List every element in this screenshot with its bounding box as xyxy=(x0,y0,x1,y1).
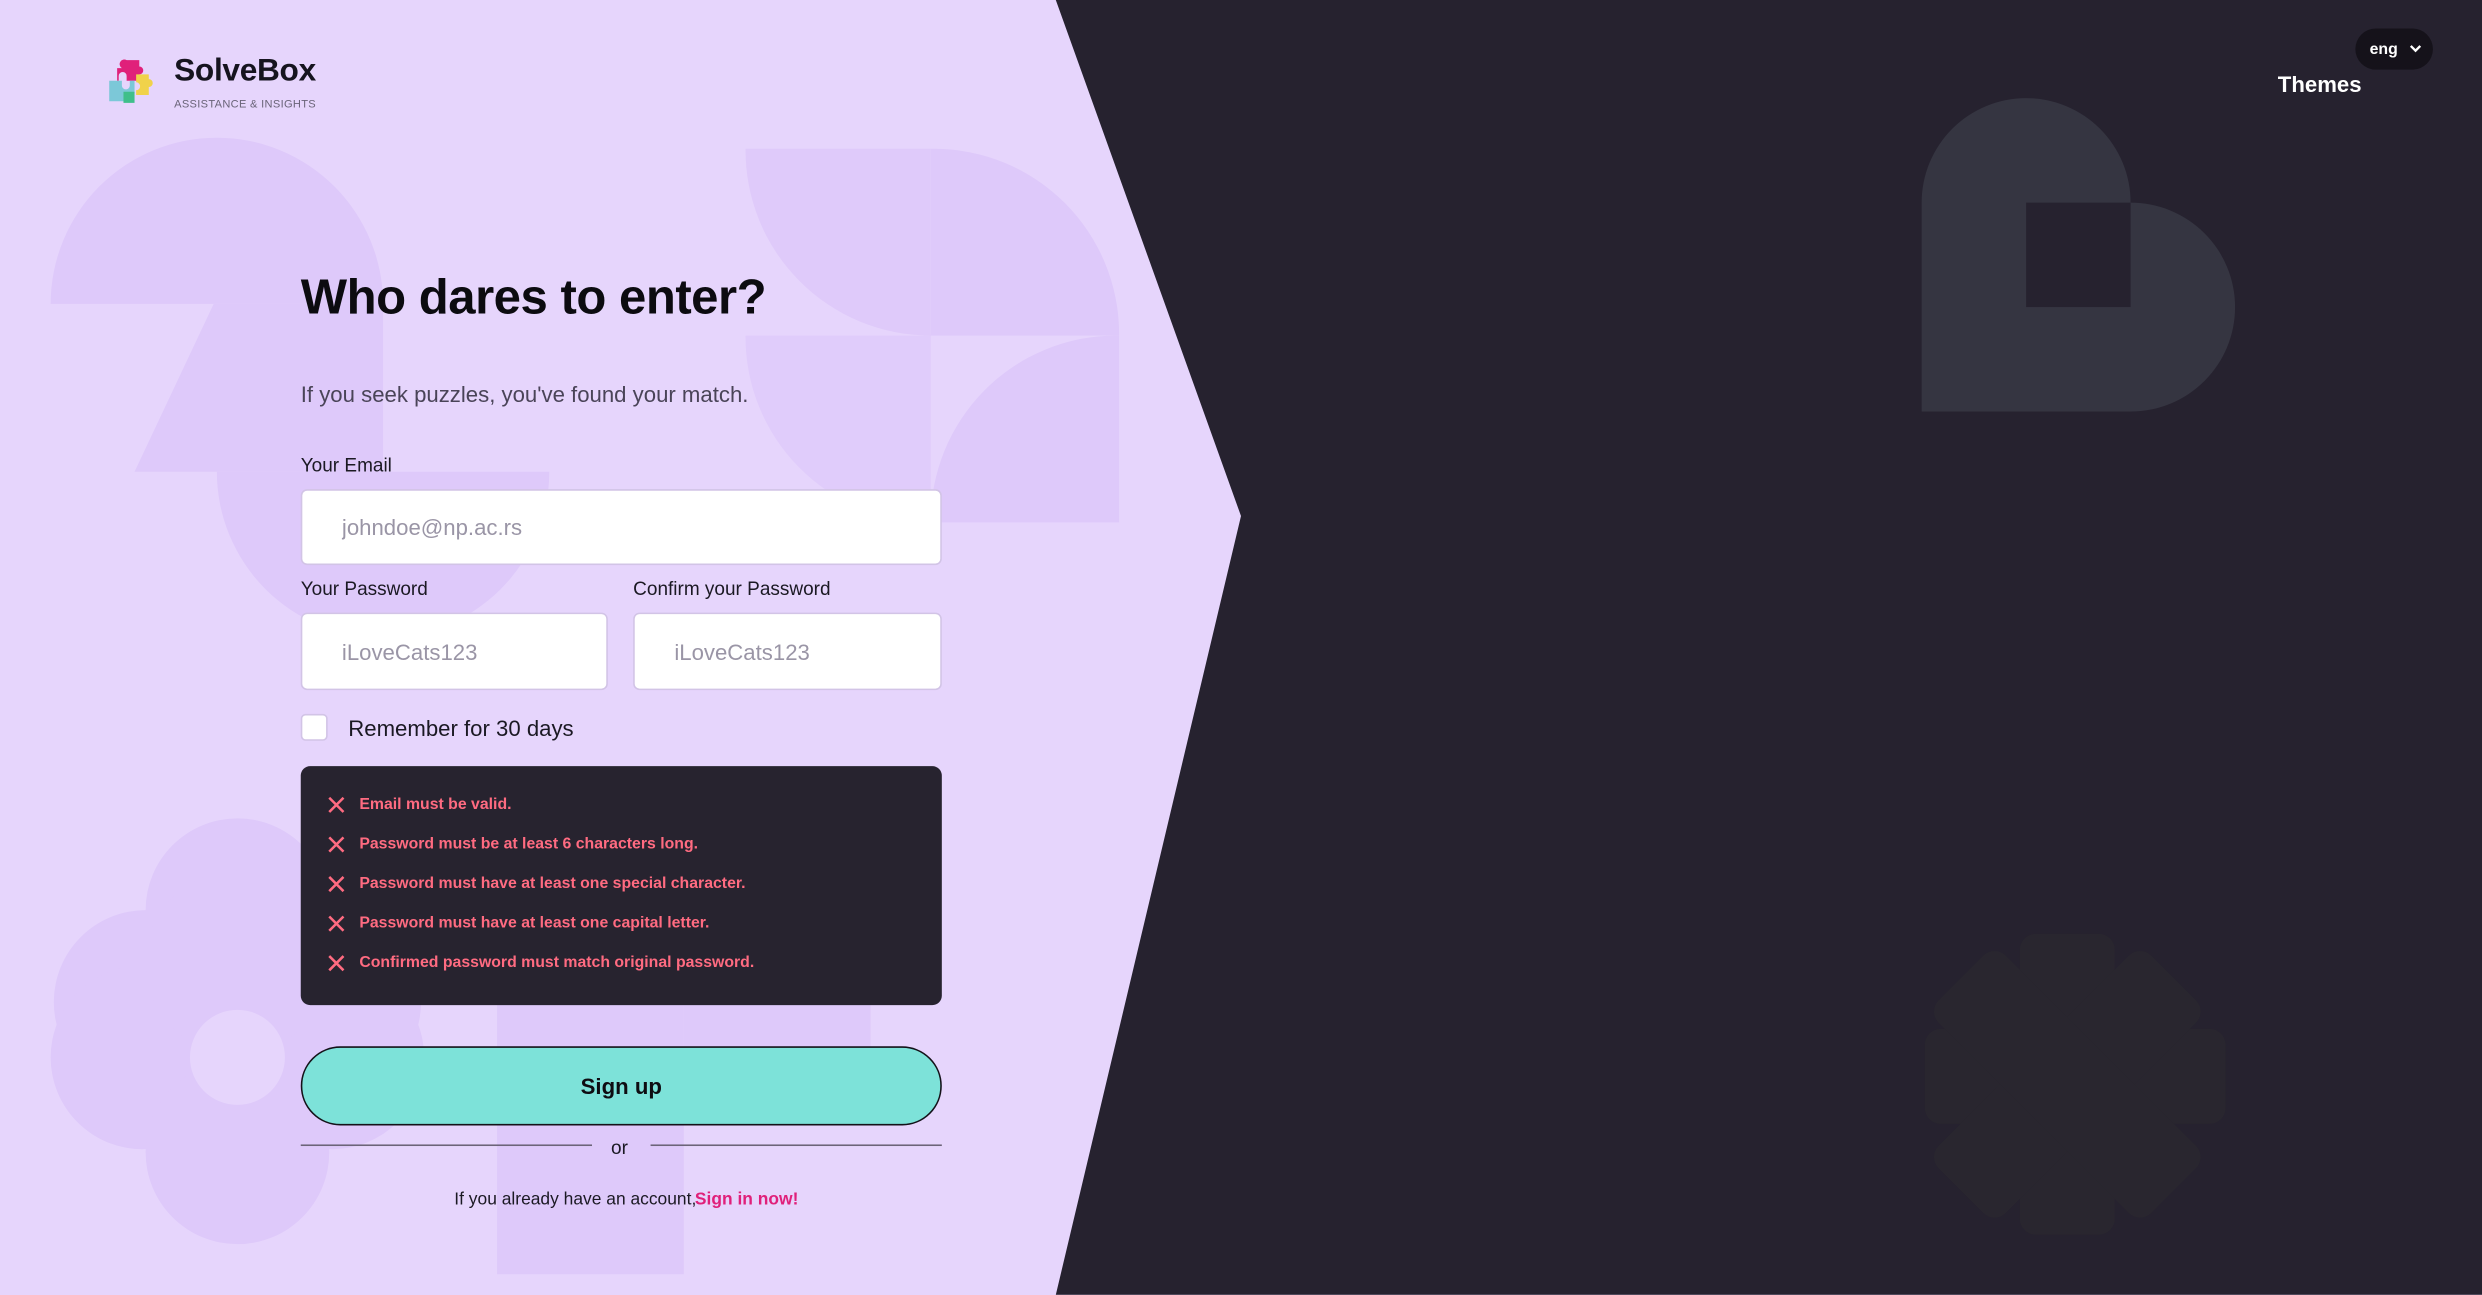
validation-error-text: Password must be at least 6 characters l… xyxy=(359,835,699,854)
divider-or-label: or xyxy=(611,1136,628,1159)
validation-error: Email must be valid. xyxy=(328,796,512,814)
sign-up-button[interactable]: Sign up xyxy=(300,1046,942,1126)
validation-error-text: Password must have at least one capital … xyxy=(359,914,710,933)
validation-errors-panel: Email must be valid. Password must be at… xyxy=(300,766,942,1006)
error-x-icon xyxy=(328,955,345,972)
validation-error-text: Confirmed password must match original p… xyxy=(359,954,755,972)
themes-button[interactable]: Themes xyxy=(2278,71,2362,96)
validation-error: Confirmed password must match original p… xyxy=(328,954,755,972)
password-input[interactable] xyxy=(300,612,608,691)
confirm-password-label: Confirm your Password xyxy=(633,577,831,600)
puzzle-logo-icon xyxy=(109,59,153,103)
language-selector[interactable]: eng xyxy=(2355,28,2433,70)
divider-line-right xyxy=(650,1144,942,1147)
validation-error: Password must have at least one special … xyxy=(328,875,746,893)
validation-error: Password must be at least 6 characters l… xyxy=(328,836,698,853)
validation-error-text: Password must have at least one special … xyxy=(359,875,746,893)
signup-page: SolveBox ASSISTANCE & INSIGHTS eng Theme… xyxy=(0,0,2482,1295)
sign-in-link[interactable]: Sign in now! xyxy=(695,1190,799,1209)
chevron-down-icon xyxy=(2409,45,2421,53)
email-input[interactable] xyxy=(300,489,942,566)
page-subtitle: If you seek puzzles, you've found your m… xyxy=(300,381,749,407)
brand-name: SolveBox xyxy=(174,53,316,89)
page-title: Who dares to enter? xyxy=(300,269,767,325)
divider-line-left xyxy=(300,1144,593,1147)
validation-error-text: Email must be valid. xyxy=(359,796,512,814)
remember-label: Remember for 30 days xyxy=(348,715,574,741)
validation-error: Password must have at least one capital … xyxy=(328,914,710,933)
error-x-icon xyxy=(328,876,345,893)
error-x-icon xyxy=(328,796,345,813)
confirm-password-input[interactable] xyxy=(633,612,942,691)
error-x-icon xyxy=(328,915,345,932)
remember-checkbox[interactable] xyxy=(300,713,328,741)
language-code: eng xyxy=(2369,40,2398,58)
brand-tagline: ASSISTANCE & INSIGHTS xyxy=(174,99,317,111)
password-label: Your Password xyxy=(300,577,428,600)
email-label: Your Email xyxy=(300,454,392,477)
signin-prompt: If you already have an account, xyxy=(454,1190,697,1210)
error-x-icon xyxy=(328,836,345,853)
